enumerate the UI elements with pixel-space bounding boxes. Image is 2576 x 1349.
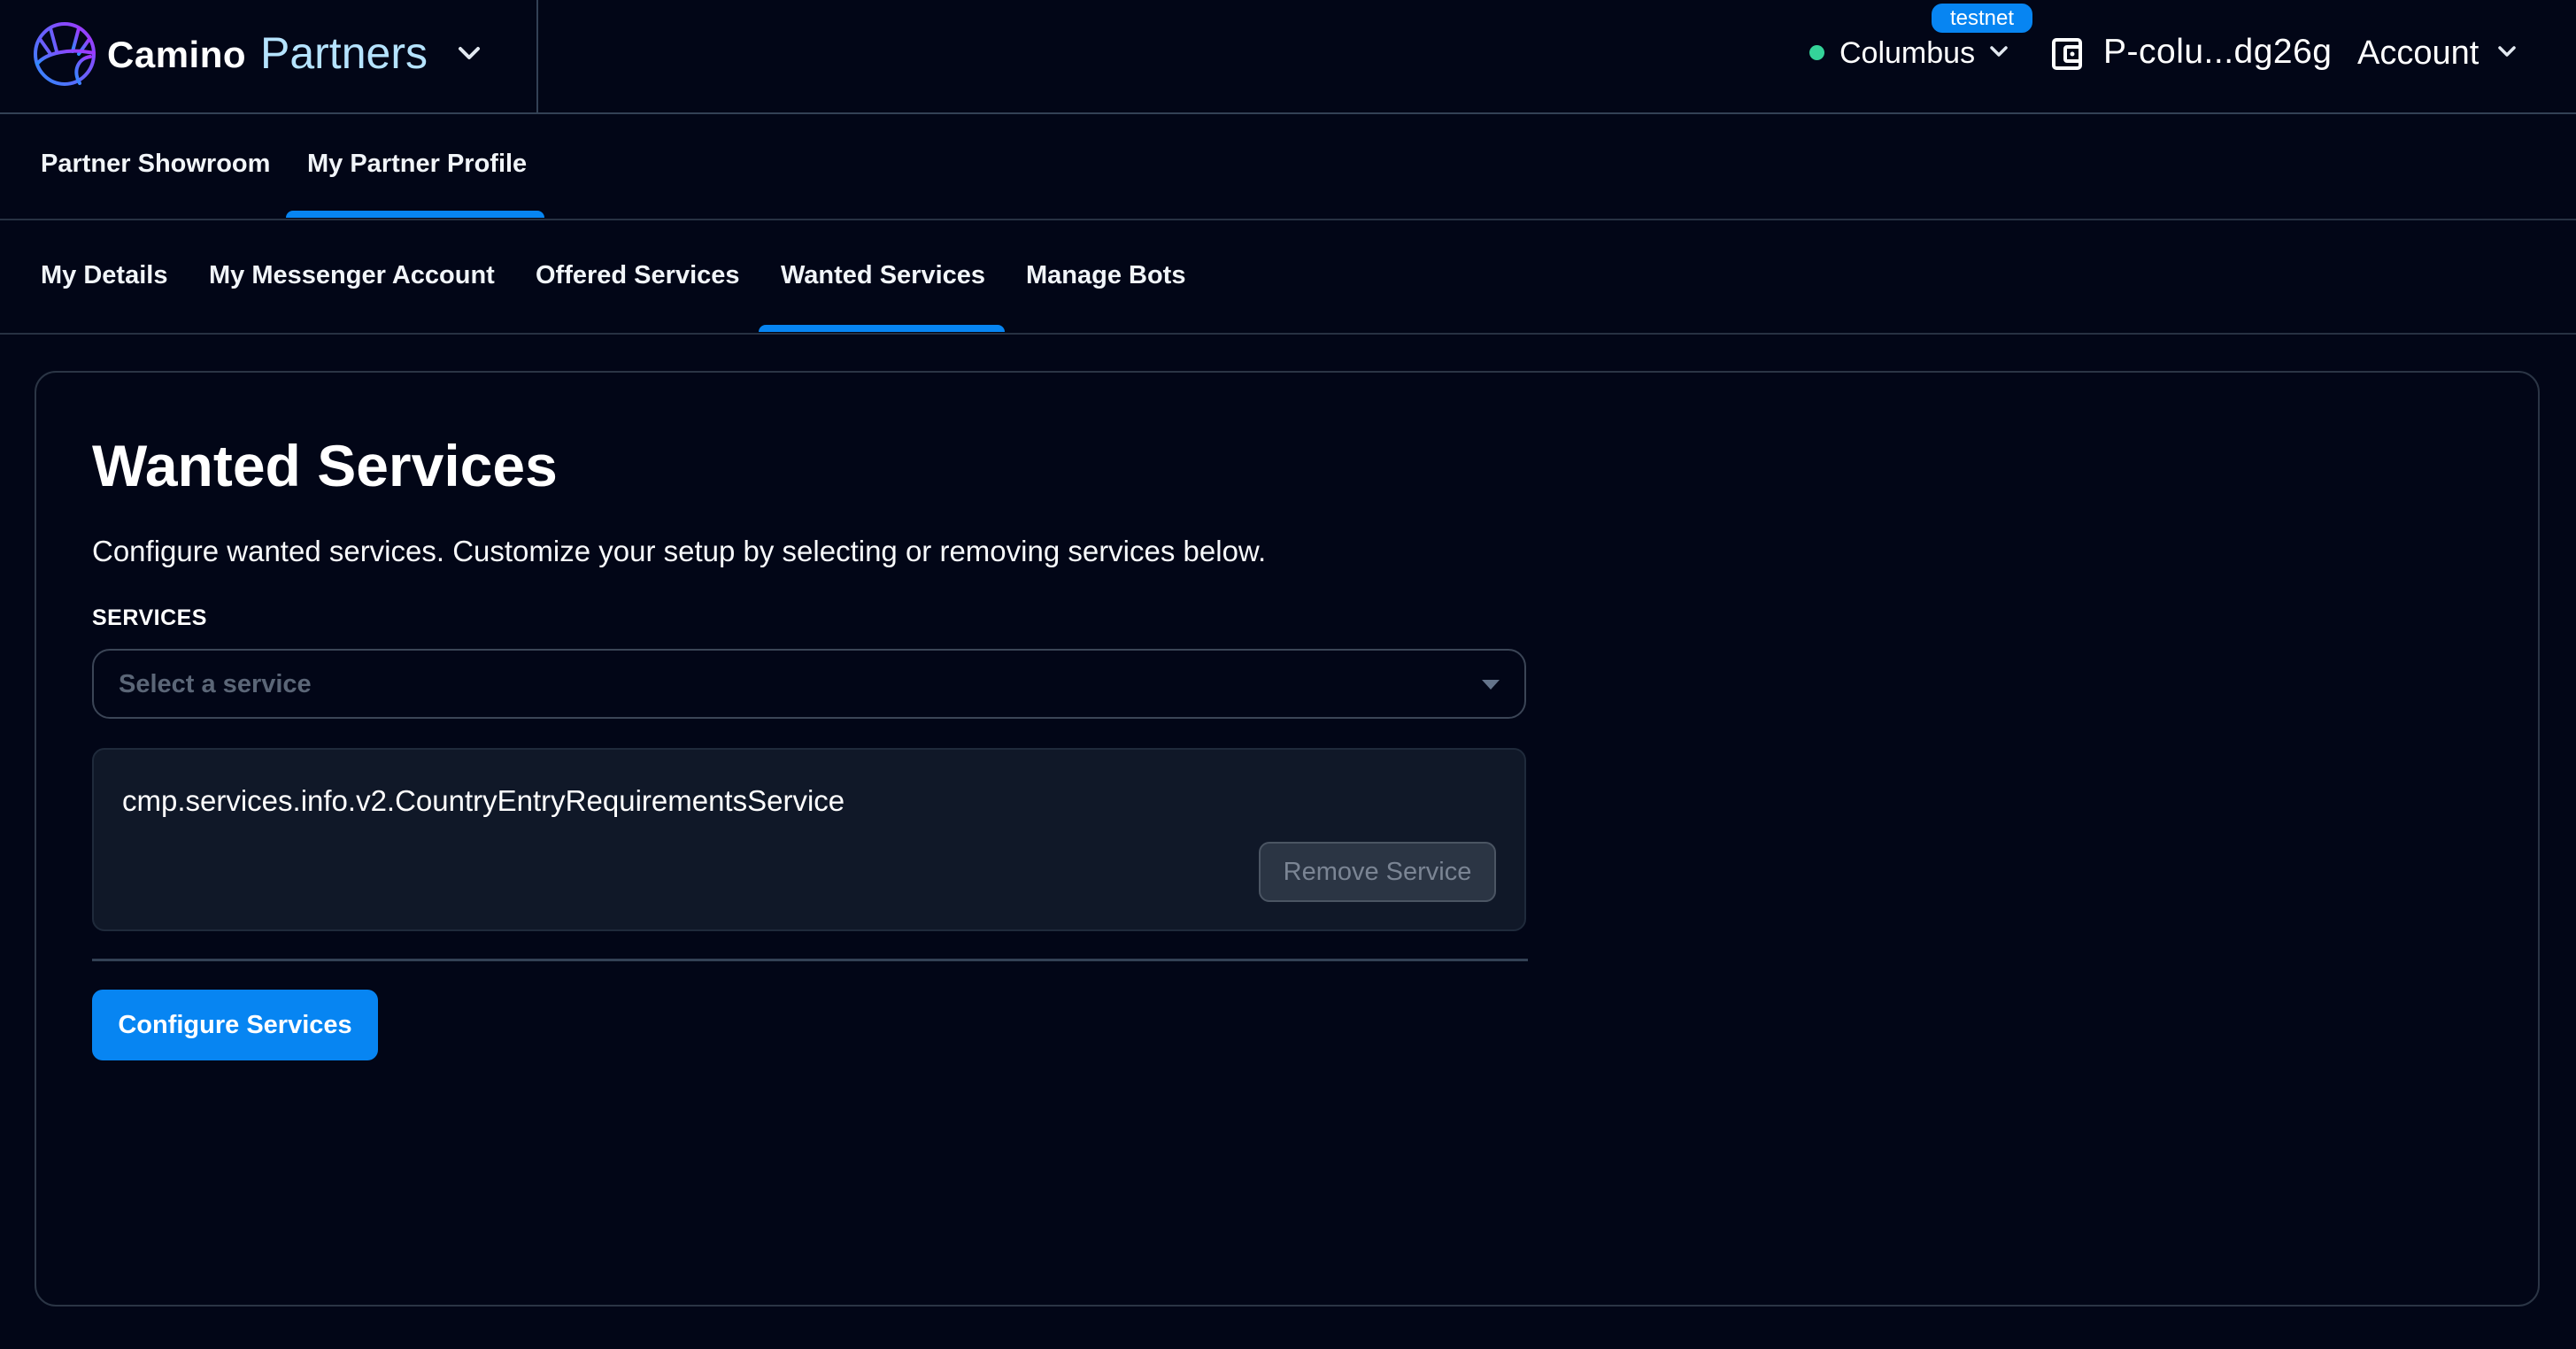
service-select-placeholder: Select a service bbox=[119, 670, 312, 698]
page-title: Wanted Services bbox=[92, 433, 558, 498]
page-description: Configure wanted services. Customize you… bbox=[92, 535, 1267, 567]
section-divider bbox=[92, 959, 1528, 961]
tab-manage-bots[interactable]: Manage Bots bbox=[1026, 258, 1185, 293]
secondary-tab-bar: My Details My Messenger Account Offered … bbox=[0, 220, 2576, 335]
brand-divider bbox=[536, 0, 538, 113]
primary-tab-bar: Partner Showroom My Partner Profile bbox=[0, 114, 2576, 220]
tab-my-details[interactable]: My Details bbox=[41, 258, 167, 293]
services-field-label: SERVICES bbox=[92, 605, 207, 630]
active-tab-indicator bbox=[286, 211, 544, 218]
remove-service-button[interactable]: Remove Service bbox=[1259, 842, 1496, 902]
wallet-icon[interactable] bbox=[2050, 36, 2086, 72]
chevron-down-icon[interactable] bbox=[2493, 39, 2521, 66]
tab-my-messenger-account[interactable]: My Messenger Account bbox=[209, 258, 495, 293]
selected-service-item: cmp.services.info.v2.CountryEntryRequire… bbox=[92, 748, 1526, 931]
tab-wanted-services[interactable]: Wanted Services bbox=[781, 258, 985, 293]
tab-offered-services[interactable]: Offered Services bbox=[536, 258, 740, 293]
active-tab-indicator bbox=[759, 325, 1005, 332]
service-select[interactable]: Select a service bbox=[92, 649, 1526, 719]
tab-partner-showroom[interactable]: Partner Showroom bbox=[41, 146, 270, 181]
network-selector[interactable]: Columbus bbox=[1839, 34, 1975, 73]
chevron-down-icon[interactable] bbox=[1985, 39, 2013, 66]
wallet-address[interactable]: P-colu...dg26g bbox=[2103, 30, 2333, 74]
network-status-dot bbox=[1809, 45, 1824, 60]
configure-services-button[interactable]: Configure Services bbox=[92, 990, 378, 1060]
brand-camino: Camino bbox=[107, 34, 247, 75]
camino-logo-icon[interactable] bbox=[32, 21, 97, 87]
tab-my-partner-profile[interactable]: My Partner Profile bbox=[307, 146, 527, 181]
chevron-down-icon[interactable] bbox=[451, 39, 487, 69]
caret-down-icon bbox=[1482, 680, 1500, 690]
service-name: cmp.services.info.v2.CountryEntryRequire… bbox=[122, 784, 845, 817]
brand-partners: Partners bbox=[260, 28, 428, 78]
account-menu[interactable]: Account bbox=[2357, 32, 2479, 74]
network-badge: testnet bbox=[1932, 4, 2032, 33]
